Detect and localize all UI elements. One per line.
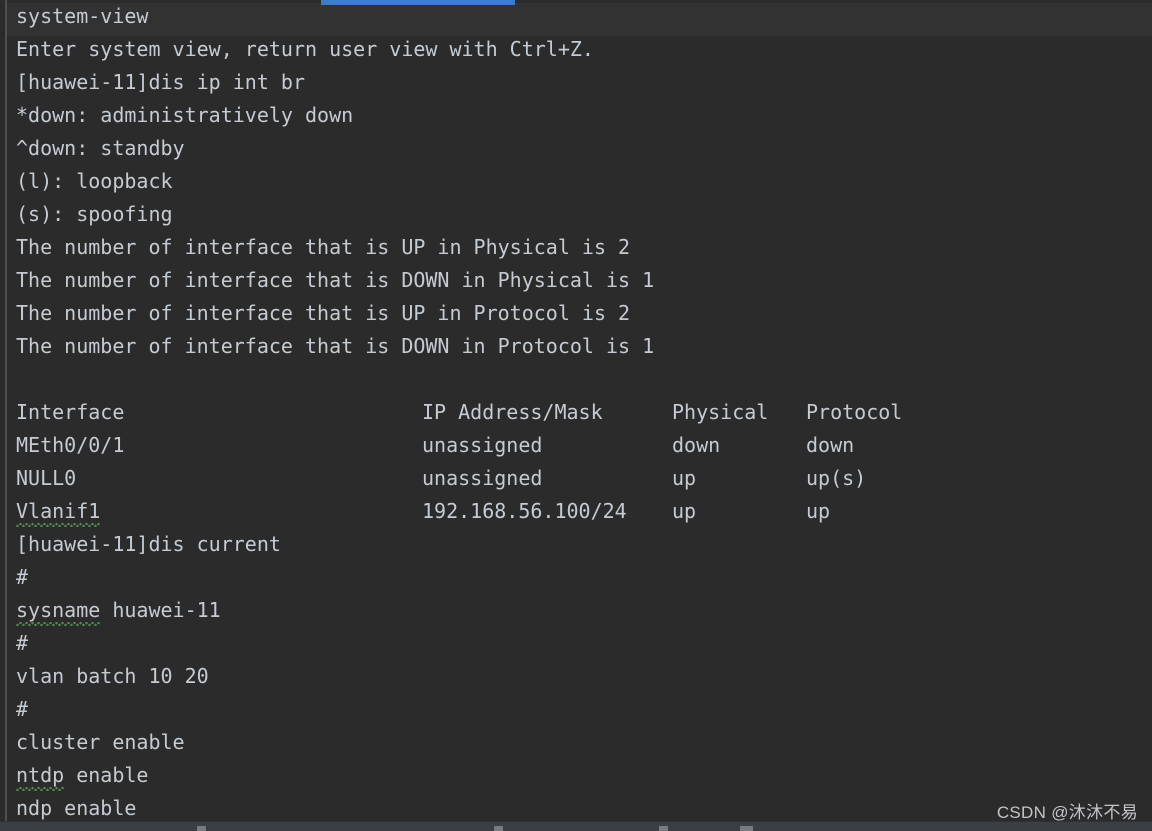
cell-interface: NULL0 (16, 466, 77, 490)
terminal-window[interactable]: system-view Enter system view, return us… (0, 0, 1152, 831)
console-line: # (16, 697, 29, 721)
toolbar-icon-2[interactable] (494, 826, 503, 831)
csdn-watermark: CSDN @沐沐不易 (996, 803, 1138, 822)
header-ip-address: IP Address/Mask (422, 400, 603, 424)
table-row: NULL0 unassigned up up(s) (0, 462, 1152, 495)
interface-table-header: Interface IP Address/Mask Physical Proto… (0, 396, 1152, 429)
console-line: (s): spoofing (16, 202, 173, 226)
table-row: Vlanif1 192.168.56.100/24 up up (0, 495, 1152, 528)
console-line: sysname huawei-11 (0, 594, 1152, 627)
console-line: vlan batch 10 20 (16, 664, 209, 688)
console-line: The number of interface that is DOWN in … (16, 268, 655, 292)
spellcheck-underline-sysname: sysname (16, 594, 101, 627)
spellcheck-underline-ntdp: ntdp (16, 759, 65, 792)
cell-interface: MEth0/0/1 (16, 433, 125, 457)
header-protocol: Protocol (806, 400, 903, 424)
console-line: (l): loopback (16, 169, 173, 193)
console-line: ntdp enable (0, 759, 1152, 792)
toolbar-icon-1[interactable] (197, 826, 206, 831)
console-line: Enter system view, return user view with… (16, 37, 594, 61)
cell-physical: up (672, 499, 697, 523)
cell-ip-address: unassigned (422, 466, 543, 490)
console-line-prompt: [huawei-11]dis ip int br (16, 70, 305, 94)
console-line: *down: administratively down (16, 103, 354, 127)
cell-physical: up (672, 466, 697, 490)
table-row: MEth0/0/1 unassigned down down (0, 429, 1152, 462)
console-line: system-view (16, 4, 149, 28)
cell-physical: down (672, 433, 721, 457)
console-output[interactable]: system-view Enter system view, return us… (0, 0, 1152, 825)
header-physical: Physical (672, 400, 769, 424)
bottom-tool-strip[interactable] (0, 821, 1152, 831)
console-line: # (16, 631, 29, 655)
spellcheck-underline-vlanif1: Vlanif1 (16, 495, 101, 528)
cell-protocol: down (806, 433, 855, 457)
cell-ip-address: unassigned (422, 433, 543, 457)
console-line-prompt: [huawei-11]dis current (16, 532, 281, 556)
console-line: cluster enable (16, 730, 185, 754)
console-line: The number of interface that is UP in Pr… (16, 301, 631, 325)
console-gutter-rule (5, 0, 7, 831)
toolbar-icon-4[interactable] (740, 826, 753, 831)
cell-protocol: up (806, 499, 831, 523)
console-line: The number of interface that is DOWN in … (16, 334, 655, 358)
console-line: ^down: standby (16, 136, 185, 160)
toolbar-icon-3[interactable] (659, 826, 668, 831)
cell-protocol: up(s) (806, 466, 867, 490)
header-interface: Interface (16, 400, 125, 424)
console-line: # (16, 565, 29, 589)
cell-ip-address: 192.168.56.100/24 (422, 499, 627, 523)
console-line: The number of interface that is UP in Ph… (16, 235, 631, 259)
top-accent-indicator (321, 0, 515, 5)
cell-interface: Vlanif1 (16, 495, 101, 528)
